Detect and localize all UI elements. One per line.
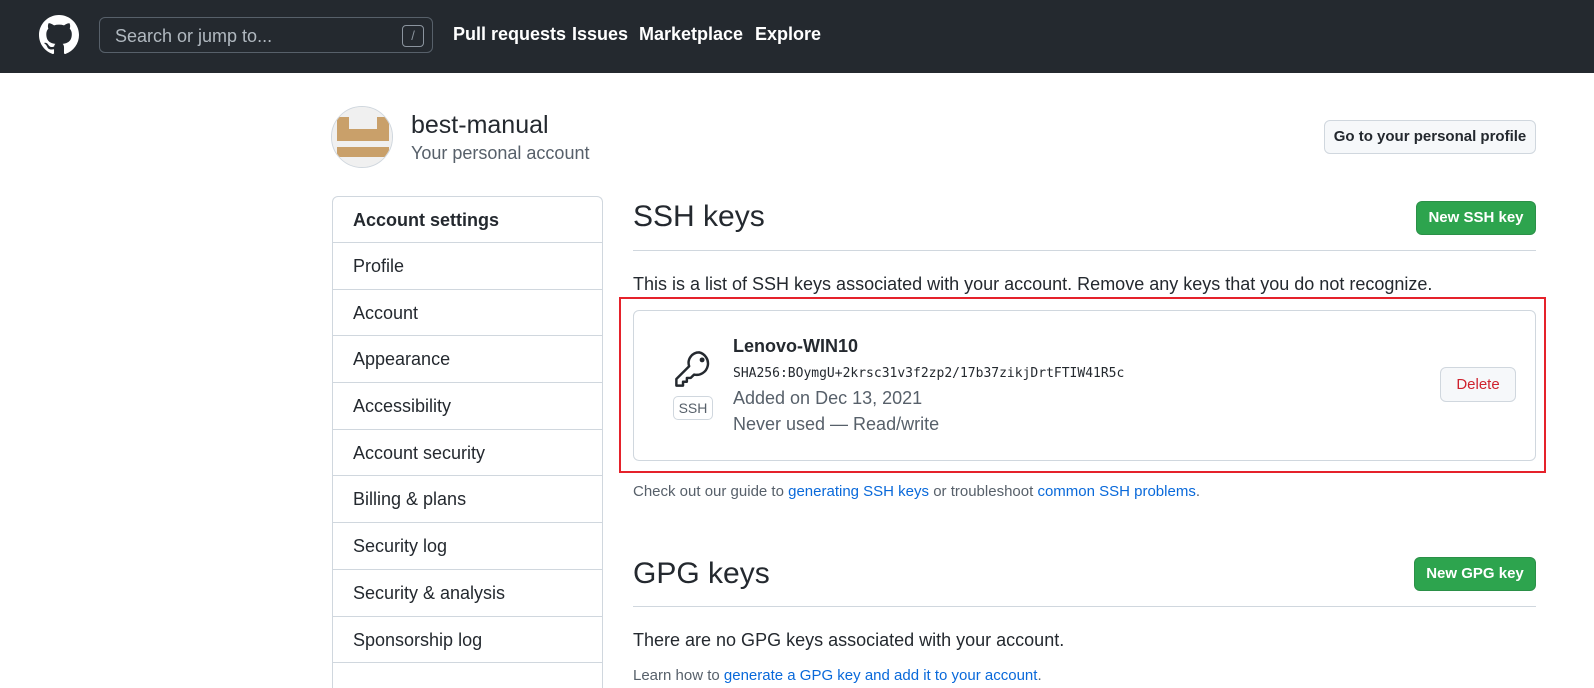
search-shortcut-key: / [402,25,424,47]
ssh-divider [633,250,1536,251]
nav-pull-requests[interactable]: Pull requests [453,24,566,45]
sidebar-item-accessibility[interactable]: Accessibility [333,383,602,430]
generate-gpg-key-link[interactable]: generate a GPG key and add it to your ac… [724,667,1038,684]
sidebar-heading: Account settings [333,197,602,243]
highlight-box [619,297,1546,473]
gpg-learn-text: Learn how to generate a GPG key and add … [633,667,1042,684]
ssh-guide-text: Check out our guide to generating SSH ke… [633,483,1200,500]
generating-ssh-keys-link[interactable]: generating SSH keys [788,483,929,500]
github-logo-icon[interactable] [39,15,79,55]
username[interactable]: best-manual [411,111,549,140]
search-input[interactable]: Search or jump to... / [99,17,433,53]
sidebar-item-appearance[interactable]: Appearance [333,336,602,384]
guide-suffix: . [1195,483,1200,500]
search-placeholder: Search or jump to... [115,26,273,46]
gpg-learn-suffix: . [1037,667,1042,684]
sidebar-item-billing[interactable]: Billing & plans [333,476,602,524]
new-gpg-key-button[interactable]: New GPG key [1414,557,1536,591]
sidebar-item-profile[interactable]: Profile [333,243,602,290]
settings-sidebar: Account settings Profile Account Appeara… [332,196,603,688]
gpg-divider [633,606,1536,607]
identicon-icon [332,107,392,167]
guide-prefix: Check out our guide to [633,483,789,500]
sidebar-item-security-analysis[interactable]: Security & analysis [333,570,602,617]
gpg-learn-prefix: Learn how to [633,667,724,684]
gpg-empty-text: There are no GPG keys associated with yo… [633,630,1065,650]
nav-explore[interactable]: Explore [755,24,821,45]
sidebar-item-account-security[interactable]: Account security [333,430,602,477]
nav-marketplace[interactable]: Marketplace [639,24,743,45]
ssh-keys-title: SSH keys [633,200,765,233]
guide-middle: or troubleshoot [929,483,1038,500]
avatar[interactable] [331,106,393,168]
sidebar-item-sponsorship-log[interactable]: Sponsorship log [333,617,602,664]
go-to-profile-button[interactable]: Go to your personal profile [1324,120,1536,154]
top-header: Search or jump to... / Pull requests Iss… [0,0,1594,73]
sidebar-item-account[interactable]: Account [333,290,602,337]
ssh-description: This is a list of SSH keys associated wi… [633,274,1433,294]
gpg-keys-title: GPG keys [633,557,770,590]
page-scrollbar[interactable] [1568,73,1594,688]
sidebar-item-security-log[interactable]: Security log [333,523,602,570]
common-ssh-problems-link[interactable]: common SSH problems [1037,483,1195,500]
nav-issues[interactable]: Issues [572,24,628,45]
account-type-label: Your personal account [411,143,590,163]
new-ssh-key-button[interactable]: New SSH key [1416,201,1536,235]
